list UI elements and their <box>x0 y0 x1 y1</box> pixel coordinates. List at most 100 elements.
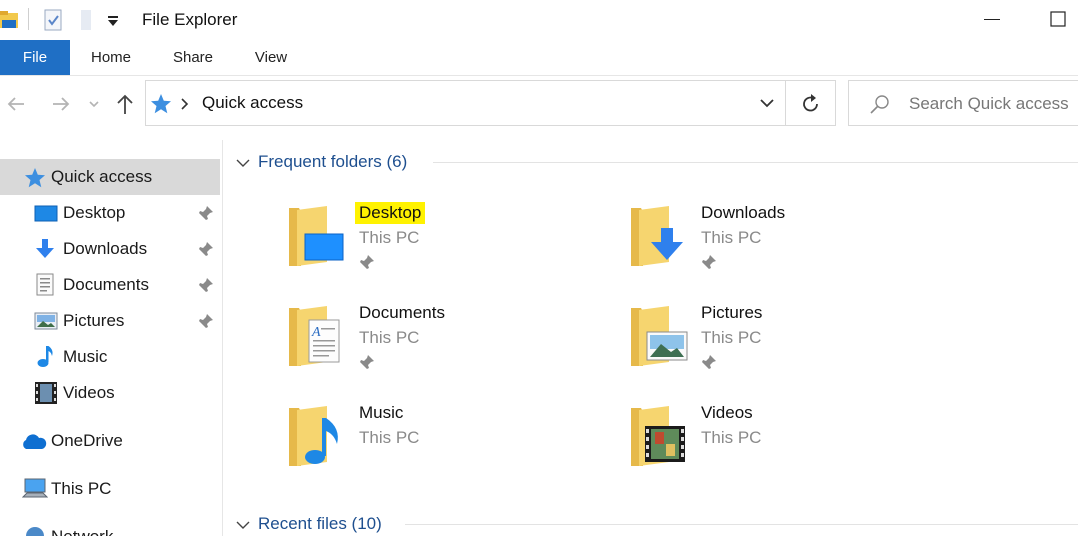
desktop-icon <box>34 205 58 222</box>
pin-icon <box>360 255 374 269</box>
sidebar-item-documents[interactable]: Documents <box>0 267 220 303</box>
folder-location: This PC <box>359 328 420 347</box>
sidebar-item-desktop[interactable]: Desktop <box>0 195 220 231</box>
sidebar-item-label: Pictures <box>63 311 125 330</box>
address-bar[interactable]: Quick access <box>145 80 786 126</box>
maximize-icon[interactable] <box>1049 10 1069 30</box>
picture-icon <box>34 312 58 330</box>
frequent-folders-header[interactable]: Frequent folders (6) <box>235 148 1078 178</box>
download-arrow-icon <box>36 239 54 258</box>
computer-icon <box>22 478 48 498</box>
section-divider <box>433 162 1078 163</box>
folder-location: This PC <box>701 328 762 347</box>
collapse-chevron-icon[interactable] <box>235 157 251 169</box>
folder-name: Videos <box>701 403 753 422</box>
sidebar-item-label: Network <box>51 527 113 536</box>
folder-tile-pictures[interactable]: Pictures This PC <box>629 303 929 394</box>
film-icon <box>35 382 57 404</box>
folder-tile-videos[interactable]: Videos This PC <box>629 403 929 494</box>
tab-share[interactable]: Share <box>164 40 222 75</box>
sidebar-item-quick-access[interactable]: Quick access <box>0 159 220 195</box>
minimize-icon[interactable] <box>982 10 1002 30</box>
refresh-button[interactable] <box>786 80 836 126</box>
sidebar-item-label: This PC <box>51 479 112 498</box>
back-arrow-icon[interactable] <box>4 90 30 118</box>
navigation-pane: Quick access Desktop Downloads Documents <box>0 140 223 536</box>
sidebar-item-pictures[interactable]: Pictures <box>0 303 220 339</box>
address-row: Quick access Search Quick access <box>0 76 1078 132</box>
folder-icon <box>289 206 344 266</box>
folder-tile-music[interactable]: Music This PC <box>287 403 587 494</box>
section-title: Recent files (10) <box>258 514 382 533</box>
folder-location: This PC <box>701 428 762 447</box>
sidebar-item-music[interactable]: Music <box>0 339 220 375</box>
properties-icon[interactable] <box>43 8 65 32</box>
pin-icon <box>702 255 716 269</box>
pin-icon <box>199 278 213 292</box>
customize-toolbar-dropdown-icon[interactable] <box>106 15 120 27</box>
folder-icon: A <box>289 306 340 366</box>
network-icon <box>26 527 44 536</box>
section-divider <box>405 524 1078 525</box>
folder-name: Desktop <box>355 202 426 224</box>
folder-tile-downloads[interactable]: Downloads This PC <box>629 203 929 294</box>
star-icon <box>151 94 171 114</box>
new-folder-icon[interactable] <box>78 8 94 32</box>
folder-location: This PC <box>701 228 762 247</box>
folder-icon <box>289 406 338 466</box>
collapse-chevron-icon[interactable] <box>235 519 251 531</box>
folder-name: Music <box>359 403 404 422</box>
sidebar-item-videos[interactable]: Videos <box>0 375 220 411</box>
folder-name: Pictures <box>701 303 763 322</box>
pin-icon <box>199 242 213 256</box>
folder-icon <box>631 406 685 466</box>
folder-tile-desktop[interactable]: Desktop This PC <box>287 202 587 294</box>
tab-file[interactable]: File <box>0 40 70 75</box>
svg-text:A: A <box>311 325 321 340</box>
folder-name: Documents <box>359 303 445 322</box>
sidebar-item-label: Videos <box>63 383 115 402</box>
up-arrow-icon[interactable] <box>113 90 139 118</box>
breadcrumb-chevron-icon[interactable] <box>180 97 190 111</box>
sidebar-item-downloads[interactable]: Downloads <box>0 231 220 267</box>
pin-icon <box>199 314 213 328</box>
section-title: Frequent folders (6) <box>258 152 408 171</box>
sidebar-item-label: Desktop <box>63 203 126 222</box>
address-location[interactable]: Quick access <box>202 93 303 113</box>
music-note-icon <box>37 346 53 367</box>
folder-icon <box>631 206 683 266</box>
sidebar-item-onedrive[interactable]: OneDrive <box>0 423 220 459</box>
refresh-icon <box>803 94 818 112</box>
cloud-icon <box>23 434 47 449</box>
sidebar-item-this-pc[interactable]: This PC <box>0 471 220 507</box>
sidebar-item-label: Documents <box>63 275 149 294</box>
ribbon-tabs: File Home Share View <box>0 40 1078 76</box>
folder-tile-documents[interactable]: A Documents This PC <box>287 303 587 394</box>
toolbar-separator <box>28 8 29 30</box>
sidebar-item-network[interactable]: Network <box>0 519 220 536</box>
recent-locations-chevron-icon[interactable] <box>86 90 112 118</box>
sidebar-item-label: Quick access <box>51 167 153 186</box>
pin-icon <box>199 206 213 220</box>
star-icon <box>25 168 45 188</box>
folder-name: Downloads <box>701 203 786 222</box>
search-icon <box>870 95 889 114</box>
pin-icon <box>702 355 716 369</box>
folder-location: This PC <box>359 228 420 247</box>
folder-icon <box>631 306 688 366</box>
content-pane: Frequent folders (6) Desktop This PC Dow… <box>223 140 1078 536</box>
tab-view[interactable]: View <box>244 40 298 75</box>
folder-app-icon[interactable] <box>0 8 20 30</box>
title-bar: File Explorer <box>0 0 1078 40</box>
search-input[interactable]: Search Quick access <box>909 94 1069 114</box>
window-title: File Explorer <box>142 10 238 29</box>
search-box[interactable]: Search Quick access <box>848 80 1078 126</box>
folder-location: This PC <box>359 428 420 447</box>
sidebar-item-label: OneDrive <box>51 431 123 450</box>
forward-arrow-icon[interactable] <box>48 90 74 118</box>
tab-home[interactable]: Home <box>82 40 140 75</box>
address-history-chevron-icon[interactable] <box>758 97 776 111</box>
sidebar-item-label: Downloads <box>63 239 148 258</box>
pin-icon <box>360 355 374 369</box>
sidebar-item-label: Music <box>63 347 108 366</box>
